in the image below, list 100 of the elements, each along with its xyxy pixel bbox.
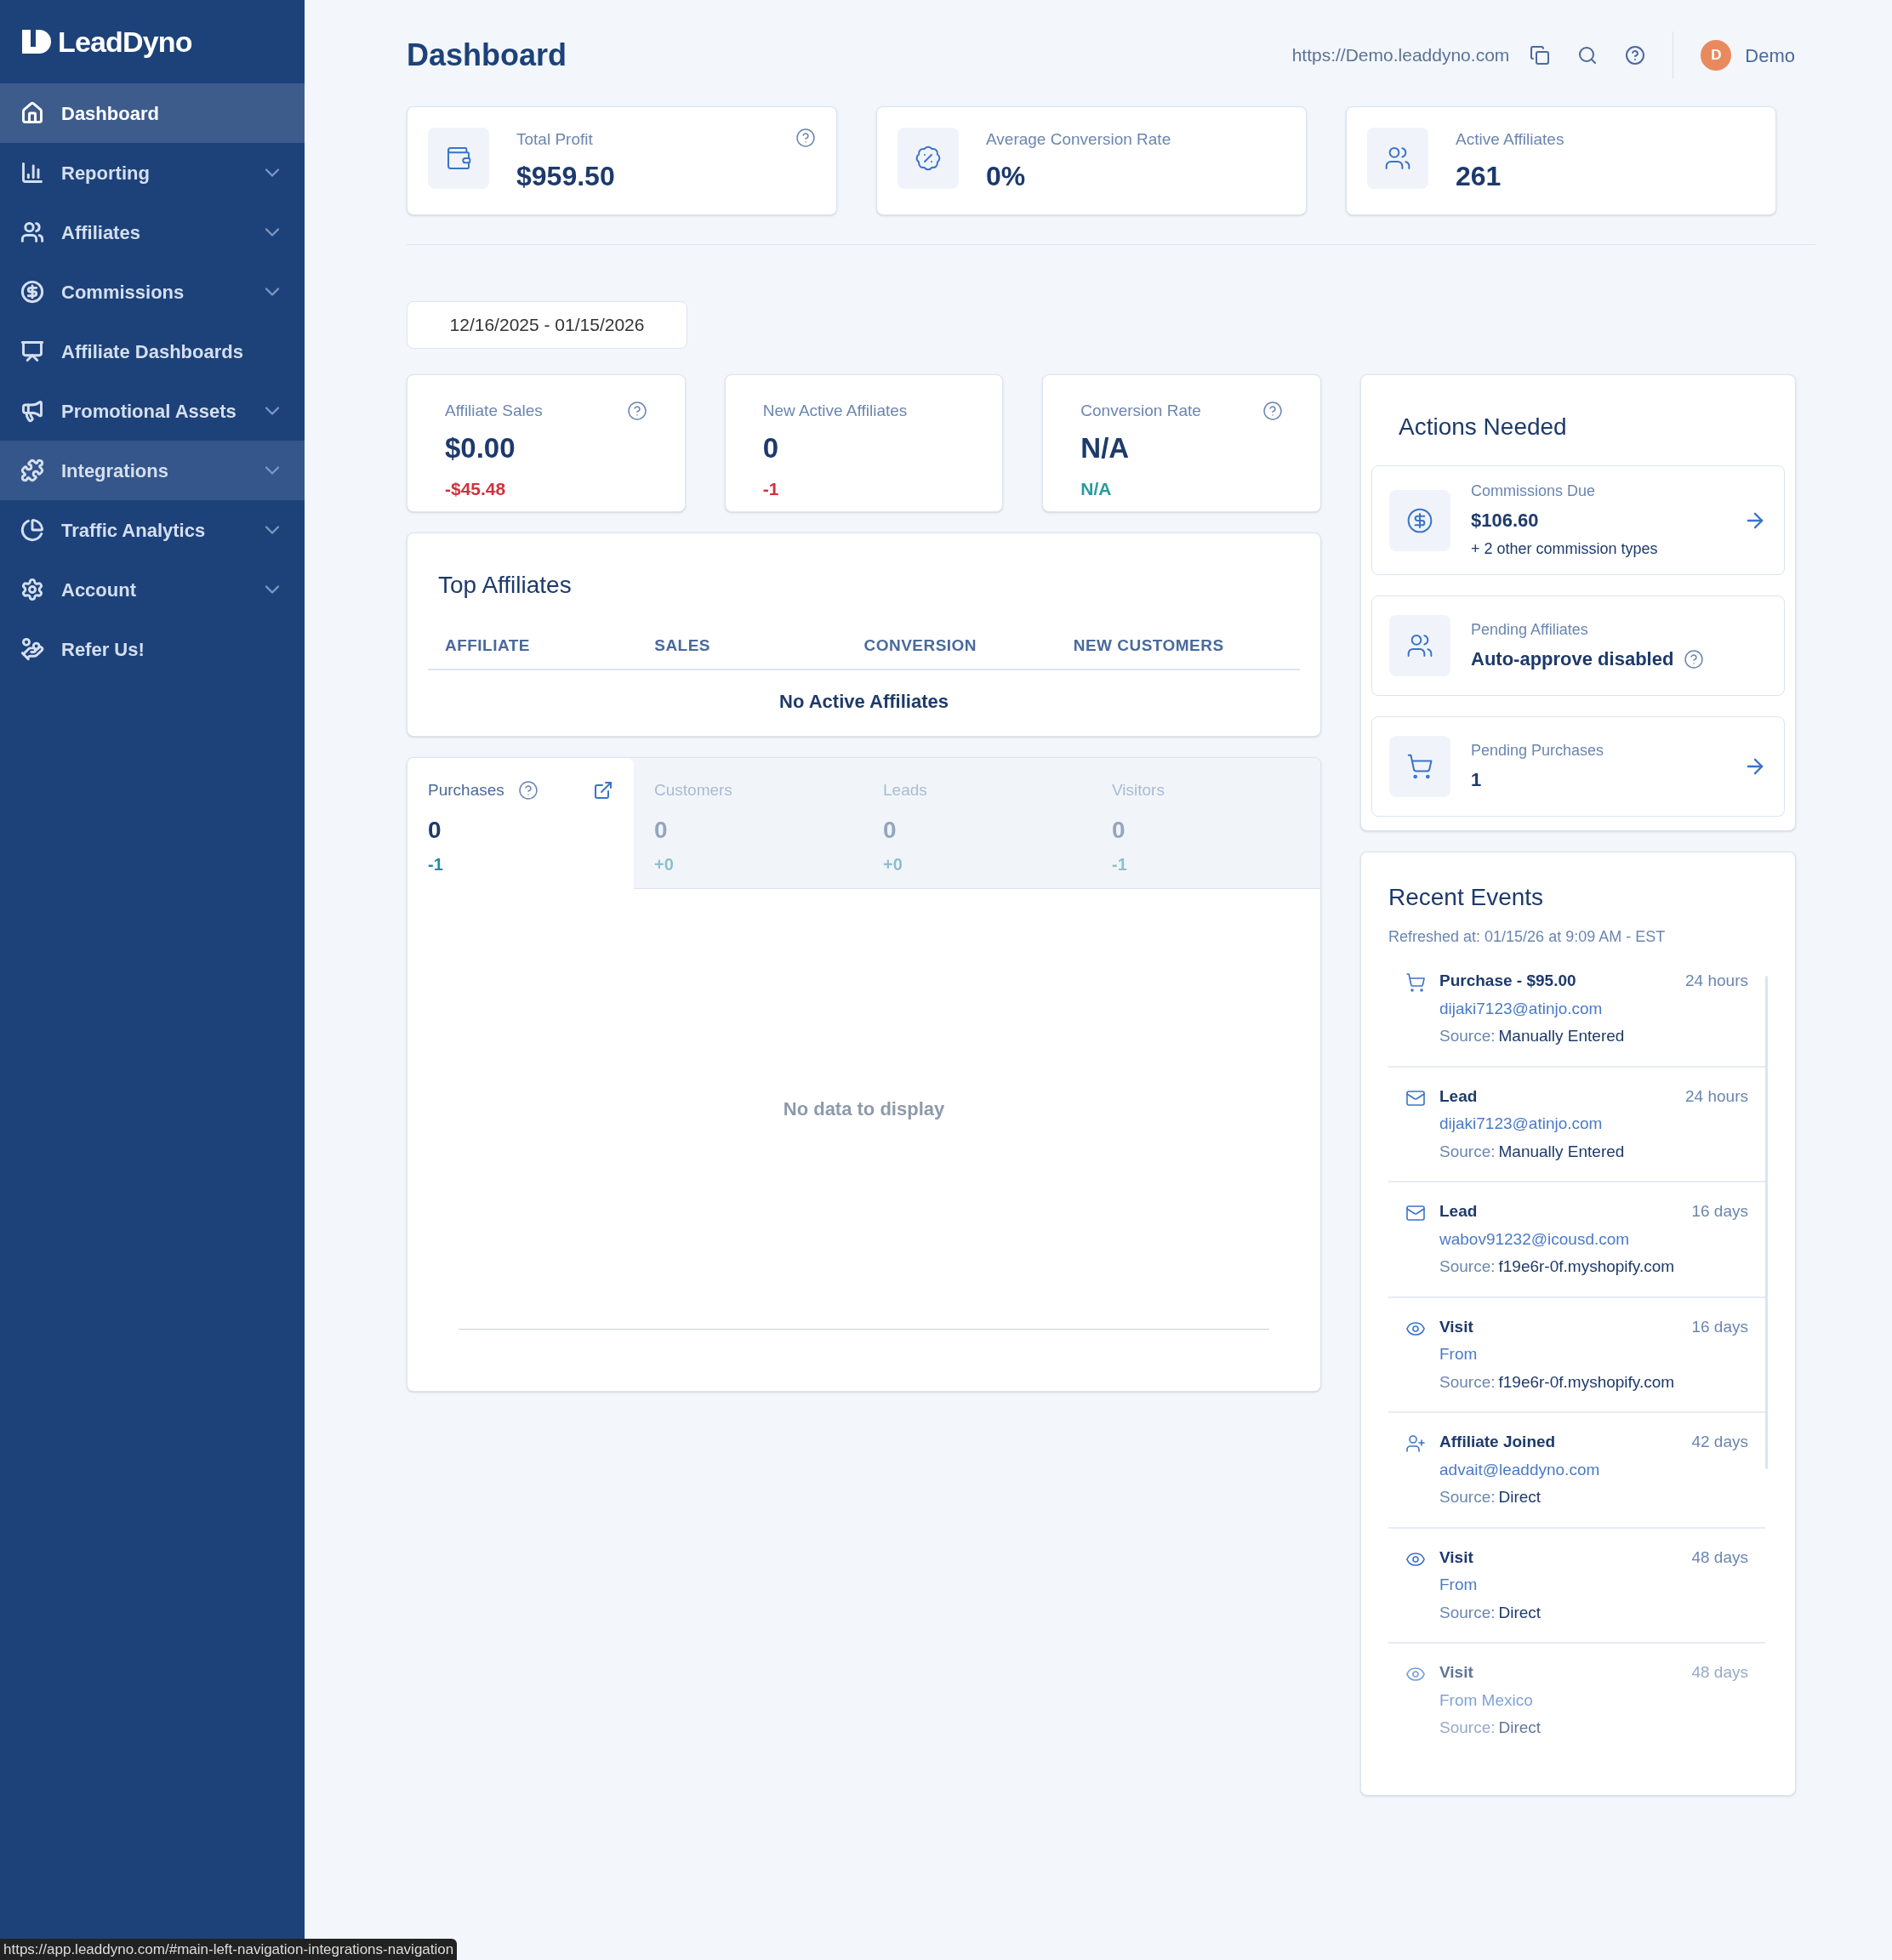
stat-label: New Active Affiliates [762,401,909,421]
action-label: Pending Purchases [1471,741,1605,761]
event-title: Affiliate Joined [1439,1432,1557,1452]
action-item[interactable]: Pending Affiliates Auto-approve disabled [1371,595,1785,696]
event-title: Visit [1439,1316,1474,1337]
event-title: Lead [1439,1085,1479,1107]
tab-label: Visitors [1112,779,1165,801]
nav-item[interactable]: Promotional Assets [0,381,305,441]
nav-item[interactable]: Reporting [0,143,305,202]
source-label: Source: [1439,1602,1496,1623]
stat-value: N/A [1080,430,1131,465]
event-detail[interactable]: dijaki7123@atinjo.com [1439,1112,1748,1137]
stat-label: Affiliate Sales [445,401,544,421]
event-title: Purchase - $95.00 [1439,971,1577,991]
card-value: $959.50 [516,159,616,193]
source-label: Source: [1439,1371,1496,1393]
card-label: Active Affiliates [1456,129,1565,150]
action-value: Auto-approve disabled [1471,647,1674,671]
nav-label: Affiliate Dashboards [61,339,244,364]
nav-item[interactable]: Traffic Analytics [0,500,305,560]
stat-label: Conversion Rate [1080,401,1202,421]
tab-change: -1 [1112,854,1128,875]
event-detail[interactable]: From [1439,1573,1748,1598]
source-value: f19e6r-0f.myshopify.com [1498,1256,1675,1277]
tab-value: 0 [1112,816,1126,845]
nav-item[interactable]: Affiliate Dashboards [0,322,305,381]
nav-item[interactable]: Affiliates [0,202,305,262]
nav-label: Account [61,578,137,602]
stat-change: -$45.48 [445,478,507,500]
tab-label: Customers [654,779,732,801]
source-value: Direct [1498,1718,1542,1738]
metric-tab[interactable]: Purchases 0 -1 [407,757,634,889]
link-preview-status: https://app.leaddyno.com/#main-left-navigation-integrations-navigation [0,1938,458,1960]
column-header[interactable]: CONVERSION [863,634,1074,658]
nav-label: Integrations [61,459,169,483]
stat-value: 0 [762,430,779,465]
action-item[interactable]: Pending Purchases 1 [1371,716,1785,817]
nav-item[interactable]: Refer Us! [0,619,305,679]
column-header[interactable]: AFFILIATE [445,634,655,658]
event-detail[interactable]: wabov91232@icousd.com [1439,1227,1748,1251]
nav-label: Commissions [61,280,185,305]
source-value: f19e6r-0f.myshopify.com [1498,1371,1675,1393]
empty-chart-message: No data to display [783,1097,945,1121]
date-range-picker[interactable]: 12/16/2025 - 01/15/2026 [407,301,687,349]
source-label: Source: [1439,1026,1496,1046]
source-label: Source: [1439,1718,1496,1738]
stat-change: N/A [1080,478,1113,500]
action-value: $106.60 [1471,509,1539,533]
page-title: Dashboard [407,37,568,74]
event-title: Lead [1439,1201,1479,1222]
event-time: 16 days [1691,1316,1748,1337]
card-label: Total Profit [516,129,594,150]
source-value: Direct [1498,1602,1542,1623]
action-label: Pending Affiliates [1471,620,1589,640]
nav-item[interactable]: Dashboard [0,83,305,143]
source-value: Manually Entered [1498,1026,1625,1046]
event-time: 48 days [1691,1547,1748,1568]
tab-label: Purchases [428,779,504,801]
nav-label: Traffic Analytics [61,518,207,543]
nav-item[interactable]: Account [0,560,305,619]
event-time: 42 days [1691,1432,1748,1452]
nav-label: Refer Us! [61,637,145,662]
event-time: 48 days [1691,1662,1748,1683]
card-value: 0% [986,159,1027,193]
nav-label: Dashboard [61,101,160,126]
event-time: 16 days [1691,1201,1748,1222]
event-title: Visit [1439,1547,1474,1568]
user-name[interactable]: Demo [1745,41,1795,70]
event-time: 24 hours [1685,971,1748,991]
source-value: Direct [1498,1487,1542,1507]
card-title: Top Affiliates [437,571,573,600]
site-url[interactable]: https://Demo.leaddyno.com [1291,42,1510,69]
logo-text: LeadDyno [58,24,192,60]
tab-change: -1 [428,854,444,875]
action-value: 1 [1471,768,1482,792]
tab-value: 0 [654,816,669,845]
tab-value: 0 [883,816,898,845]
empty-message: No Active Affiliates [778,689,949,714]
column-header[interactable]: NEW CUSTOMERS [1073,634,1283,658]
event-detail[interactable]: dijaki7123@atinjo.com [1439,996,1748,1021]
card-value: 261 [1456,159,1502,193]
action-label: Commissions Due [1471,481,1597,501]
source-value: Manually Entered [1498,1141,1625,1162]
event-detail[interactable]: advait@leaddyno.com [1439,1457,1748,1482]
tab-change: +0 [654,854,675,875]
nav-item[interactable]: Commissions [0,262,305,322]
tab-value: 0 [428,816,442,845]
event-detail[interactable]: From [1439,1342,1748,1367]
column-header[interactable]: SALES [654,634,864,658]
source-label: Source: [1439,1141,1496,1162]
event-time: 24 hours [1685,1085,1748,1107]
card-label: Average Conversion Rate [986,129,1172,150]
nav-label: Promotional Assets [61,399,237,424]
nav-item[interactable]: Integrations [0,441,305,500]
nav-label: Affiliates [61,220,141,245]
stat-change: -1 [762,478,780,500]
action-item[interactable]: Commissions Due $106.60 + 2 other commission types [1371,465,1785,575]
card-title: Recent Events [1388,883,1545,912]
source-label: Source: [1439,1256,1496,1277]
action-note: + 2 other commission types [1471,539,1659,559]
